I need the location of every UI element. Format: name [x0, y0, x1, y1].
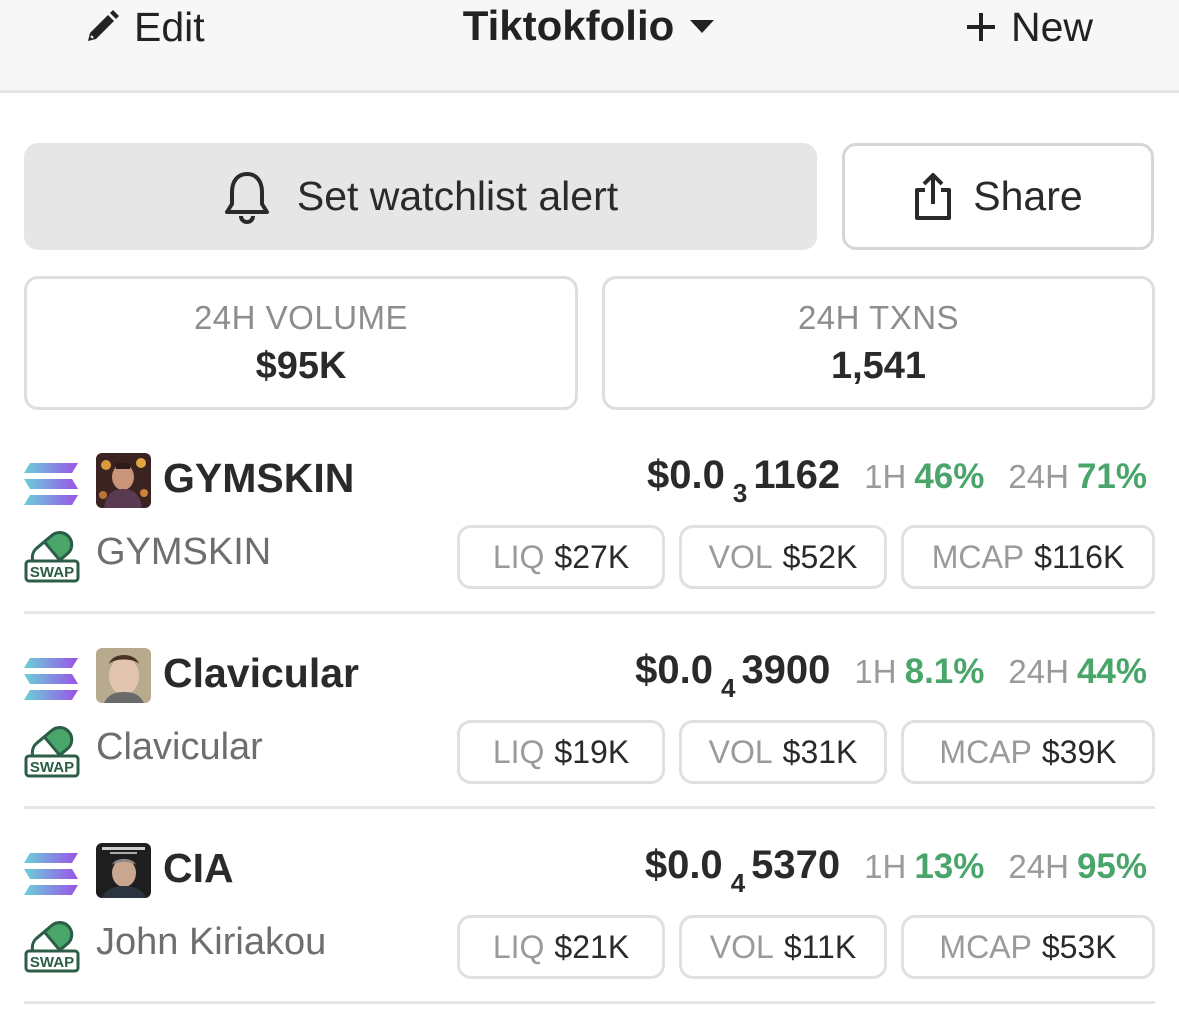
stat-value: $95K — [255, 344, 347, 387]
price-digits: 1162 — [753, 453, 841, 497]
vol-value: $31K — [782, 733, 858, 770]
liq-value: $19K — [554, 733, 630, 770]
share-button[interactable]: Share — [842, 143, 1154, 250]
swap-badge-text: SWAP — [30, 564, 74, 581]
mcap-label: MCAP — [939, 733, 1032, 770]
volume-pill: VOL $52K — [679, 525, 887, 589]
mcap-value: $53K — [1041, 928, 1117, 965]
token-name: Clavicular — [96, 726, 263, 768]
new-button[interactable]: New — [965, 4, 1093, 50]
plus-icon — [966, 13, 995, 41]
token-symbol: GYMSKIN — [163, 455, 355, 501]
liq-value: $21K — [554, 928, 630, 965]
change-24h-label: 24H — [1008, 848, 1069, 885]
price-zero-count: 4 — [720, 673, 736, 703]
bell-icon — [224, 171, 269, 224]
pill-swap-icon: SWAP — [24, 921, 80, 973]
token-symbol: CIA — [163, 845, 234, 891]
change-24h-label: 24H — [1008, 458, 1069, 495]
swap-badge-text: SWAP — [30, 759, 74, 776]
token-avatar — [96, 843, 151, 898]
mcap-label: MCAP — [939, 928, 1032, 965]
set-watchlist-alert-button[interactable]: Set watchlist alert — [24, 143, 817, 250]
stat-label: 24H TXNS — [797, 298, 960, 336]
watchlist-title: Tiktokfolio — [462, 2, 675, 49]
price-zero-count: 4 — [730, 868, 746, 898]
change-1h-value: 13% — [914, 847, 985, 886]
token-name: John Kiriakou — [96, 921, 327, 963]
solana-icon — [24, 658, 78, 700]
token-avatar — [96, 648, 151, 703]
new-label: New — [1010, 3, 1093, 50]
solana-icon — [24, 853, 78, 895]
liquidity-pill: LIQ $19K — [457, 720, 665, 784]
token-price: $0.0 3 1162 — [647, 453, 841, 508]
volume-pill: VOL $11K — [679, 915, 887, 979]
share-icon — [915, 172, 952, 220]
token-avatar — [96, 453, 151, 508]
mcap-value: $116K — [1034, 538, 1125, 575]
vol-label: VOL — [709, 928, 774, 965]
token-symbol: Clavicular — [163, 650, 359, 696]
stat-24h-volume: 24H VOLUME $95K — [24, 276, 578, 410]
change-1h-value: 8.1% — [904, 652, 985, 691]
price-prefix: $0.0 — [644, 843, 723, 887]
mcap-label: MCAP — [931, 538, 1025, 575]
share-label: Share — [973, 173, 1083, 219]
vol-label: VOL — [708, 538, 773, 575]
price-block: $0.0 4 5370 1H 13% 24H 95% — [644, 843, 1147, 898]
volume-pill: VOL $31K — [679, 720, 887, 784]
liq-label: LIQ — [492, 733, 545, 770]
price-block: $0.0 3 1162 1H 46% 24H 71% — [647, 453, 1147, 508]
vol-value: $11K — [783, 928, 857, 965]
pill-swap-icon: SWAP — [24, 531, 80, 583]
token-price: $0.0 4 5370 — [644, 843, 841, 898]
stat-value: 1,541 — [830, 344, 927, 387]
change-24h-label: 24H — [1008, 653, 1069, 690]
price-prefix: $0.0 — [635, 648, 713, 692]
liquidity-pill: LIQ $27K — [457, 525, 665, 589]
token-price: $0.0 4 3900 — [635, 648, 831, 703]
price-zero-count: 3 — [732, 478, 748, 508]
liquidity-pill: LIQ $21K — [457, 915, 665, 979]
token-name: GYMSKIN — [96, 531, 272, 573]
price-prefix: $0.0 — [647, 453, 725, 497]
price-digits: 3900 — [741, 648, 831, 692]
change-24h-value: 44% — [1076, 652, 1147, 691]
change-1h-label: 1H — [864, 848, 907, 885]
price-digits: 5370 — [751, 843, 841, 887]
token-row-clavicular[interactable]: Clavicular SWAP Clavicular $0.0 4 3900 1H … — [0, 632, 1179, 827]
change-24h-value: 71% — [1076, 457, 1147, 496]
token-row-gymskin[interactable]: GYMSKIN SWAP GYMSKIN $0.0 3 1162 1H 46% 24… — [0, 437, 1179, 632]
row-divider — [24, 611, 1155, 614]
caret-down-icon — [690, 20, 715, 33]
swap-badge-text: SWAP — [30, 954, 74, 971]
row-divider — [24, 1001, 1155, 1004]
stat-label: 24H VOLUME — [193, 298, 409, 336]
change-1h-value: 46% — [914, 457, 985, 496]
stat-24h-txns: 24H TXNS 1,541 — [602, 276, 1155, 410]
change-1h-label: 1H — [854, 653, 897, 690]
token-row-cia[interactable]: CIA SWAP John Kiriakou $0.0 4 5370 1H 13% … — [0, 827, 1179, 1018]
liq-label: LIQ — [492, 928, 545, 965]
pill-swap-icon: SWAP — [24, 726, 80, 778]
change-1h-label: 1H — [864, 458, 907, 495]
top-bar: Edit Tiktokfolio New — [0, 0, 1179, 93]
mcap-pill: MCAP $39K — [901, 720, 1155, 784]
price-block: $0.0 4 3900 1H 8.1% 24H 44% — [635, 648, 1147, 703]
vol-value: $52K — [782, 538, 858, 575]
liq-value: $27K — [554, 538, 630, 575]
mcap-pill: MCAP $53K — [901, 915, 1155, 979]
change-24h-value: 95% — [1076, 847, 1147, 886]
mcap-value: $39K — [1041, 733, 1117, 770]
solana-icon — [24, 463, 78, 505]
vol-label: VOL — [708, 733, 773, 770]
liq-label: LIQ — [492, 538, 545, 575]
alert-label: Set watchlist alert — [296, 173, 619, 219]
mcap-pill: MCAP $116K — [901, 525, 1155, 589]
row-divider — [24, 806, 1155, 809]
